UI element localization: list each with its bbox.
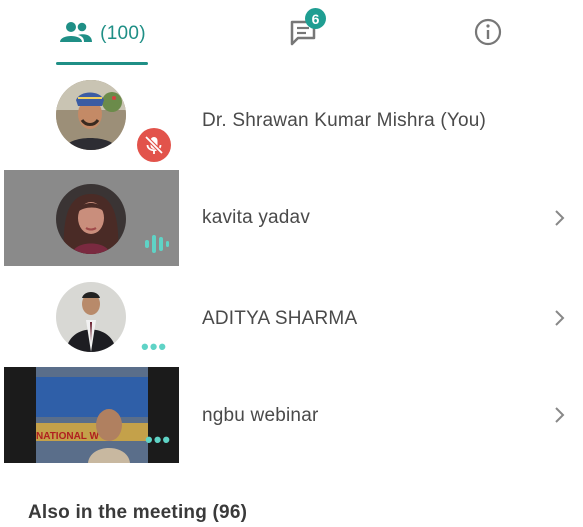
- active-tab-indicator: [56, 62, 148, 65]
- tab-bar: (100) 6: [0, 0, 583, 68]
- participant-row-self[interactable]: Dr. Shrawan Kumar Mishra (You): [0, 72, 583, 168]
- info-icon: [473, 17, 503, 52]
- participant-name: kavita yadav: [202, 207, 311, 228]
- avatar: [56, 184, 126, 254]
- tab-info[interactable]: [470, 14, 506, 54]
- participant-count: (100): [100, 23, 146, 44]
- tab-chat[interactable]: 6: [276, 8, 332, 54]
- avatar: [56, 80, 126, 150]
- chevron-right-icon[interactable]: [549, 308, 569, 328]
- chevron-right-icon[interactable]: [549, 405, 569, 425]
- chevron-right-icon[interactable]: [549, 208, 569, 228]
- tab-participants[interactable]: (100): [56, 14, 150, 54]
- video-frame: NATIONAL W: [36, 367, 148, 463]
- speaking-indicator-icon: [145, 235, 169, 253]
- more-dots-icon: •••: [141, 334, 168, 359]
- muted-mic-badge: [137, 128, 171, 162]
- participant-row[interactable]: kavita yadav: [0, 170, 583, 266]
- video-thumbnail: [4, 170, 179, 266]
- participant-row[interactable]: NATIONAL W ••• ngbu webinar: [0, 367, 583, 463]
- video-thumbnail: NATIONAL W •••: [4, 367, 179, 463]
- mic-off-icon: [144, 135, 164, 155]
- section-header-also-in-meeting: Also in the meeting (96): [28, 502, 248, 523]
- participant-row[interactable]: ••• ADITYA SHARMA: [0, 270, 583, 366]
- participant-name: ngbu webinar: [202, 405, 319, 426]
- more-dots-icon: •••: [145, 427, 172, 452]
- avatar: [56, 282, 126, 352]
- people-icon: [60, 21, 93, 48]
- participant-name: ADITYA SHARMA: [202, 308, 358, 329]
- unread-badge: 6: [305, 8, 326, 29]
- participant-name: Dr. Shrawan Kumar Mishra (You): [202, 110, 487, 131]
